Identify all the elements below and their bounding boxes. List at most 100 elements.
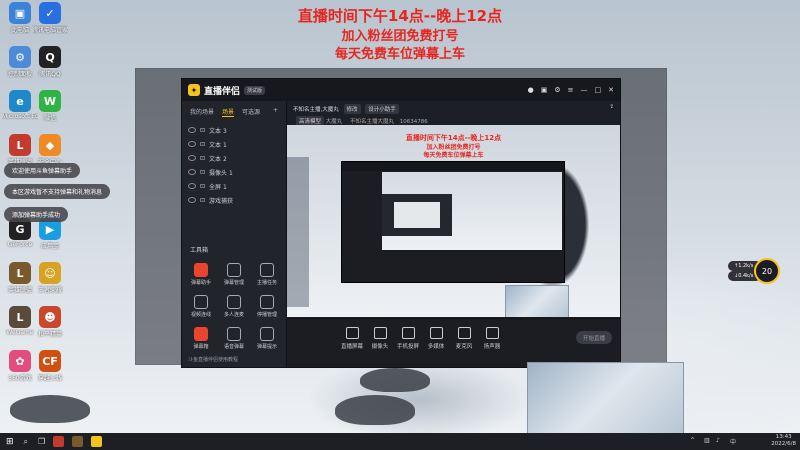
- source-item[interactable]: ⊡ 文本 2: [182, 151, 286, 165]
- tool-icon: [260, 295, 274, 309]
- eye-icon[interactable]: [188, 127, 196, 133]
- tool-button[interactable]: 视频连线: [186, 295, 216, 318]
- design-helper-button[interactable]: 设计小助手: [365, 104, 399, 114]
- source-item[interactable]: ⊡ 文本 3: [182, 123, 286, 137]
- overlay-line-1: 直播时间下午14点--晚上12点: [297, 7, 503, 25]
- desktop-icon[interactable]: ☺ 王者荣耀: [32, 262, 68, 294]
- tool-button[interactable]: 多人连麦: [219, 295, 249, 318]
- stream-preview[interactable]: 直播时间下午14点--晚上12点 加入粉丝团免费打号 每天免费车位弹幕上车: [287, 125, 620, 317]
- minimize-button[interactable]: —: [581, 86, 588, 94]
- live-companion-window[interactable]: ✦ 直播伴侣 测试版 ● ▣ ⚙ ≡ — □ ✕ 我的场景 场景 可选源 + ⊡…: [181, 78, 621, 368]
- input-method-icon[interactable]: 中: [730, 437, 736, 446]
- tool-label: 视频连线: [190, 312, 211, 318]
- tutorial-link[interactable]: 斗鱼直播伴侣使用教程: [188, 356, 238, 363]
- control-icon: [429, 327, 443, 339]
- control-icon: [345, 327, 359, 339]
- tool-button[interactable]: 主播任务: [252, 263, 282, 286]
- search-icon[interactable]: ⌕: [24, 437, 28, 447]
- tool-button[interactable]: 弹幕管理: [219, 263, 249, 286]
- tool-label: 多人连麦: [223, 312, 244, 318]
- notification-3[interactable]: 添加弹幕助手成功: [4, 207, 69, 222]
- maximize-button[interactable]: □: [595, 86, 602, 94]
- tool-label: 语音弹幕: [223, 344, 244, 350]
- desktop-icon[interactable]: ☻ 和平精英: [32, 306, 68, 338]
- tool-label: 弹幕助手: [190, 280, 211, 286]
- tool-label: 弹幕管理: [223, 280, 244, 286]
- eye-icon[interactable]: [188, 169, 196, 175]
- control-icon: [485, 327, 499, 339]
- share-icon[interactable]: ⇪: [609, 104, 614, 110]
- start-button[interactable]: ⊞: [6, 437, 14, 447]
- app-icon: ◆: [39, 134, 61, 156]
- app-icon: L: [9, 134, 31, 156]
- desktop-icon[interactable]: W 微信: [32, 90, 68, 122]
- add-source-button[interactable]: +: [273, 107, 278, 117]
- app-icon: L: [9, 262, 31, 284]
- clock[interactable]: 13:43 2022/6/8: [771, 434, 796, 448]
- tool-button[interactable]: 停播管理: [252, 295, 282, 318]
- eye-icon[interactable]: [188, 183, 196, 189]
- control-label: 扬声器: [483, 344, 501, 350]
- taskbar: ⊞ ⌕ ❐ ^ ▥ ♪ 中 13:43 2022/6/8: [0, 433, 800, 450]
- lock-icon[interactable]: ⊡: [200, 169, 205, 176]
- source-item[interactable]: ⊡ 全屏 1: [182, 179, 286, 193]
- desktop-icon[interactable]: ▶ 应用宝: [32, 218, 68, 250]
- taskbar-app-3-icon[interactable]: [91, 436, 103, 447]
- tool-button[interactable]: 弹幕助手: [186, 263, 216, 286]
- tray-chevron-icon[interactable]: ^: [690, 437, 695, 444]
- tool-button[interactable]: 弹幕箱: [186, 327, 216, 350]
- lock-icon[interactable]: ⊡: [200, 183, 205, 190]
- stream-title: 不知名主播,大魔丸: [293, 107, 339, 113]
- network-icon[interactable]: ▥: [704, 437, 710, 444]
- toolbox-title: 工具箱: [190, 247, 209, 254]
- menu-icon[interactable]: ≡: [568, 86, 574, 94]
- desktop-icon-label: 王者荣耀: [37, 287, 62, 294]
- desktop-icon-label: 腾讯QQ: [39, 71, 61, 78]
- app-icon: ☻: [39, 306, 61, 328]
- eye-icon[interactable]: [188, 197, 196, 203]
- lock-icon[interactable]: ⊡: [200, 155, 205, 162]
- tool-icon: [227, 295, 241, 309]
- source-label: 文本 1: [209, 141, 227, 149]
- close-button[interactable]: ✕: [608, 86, 614, 94]
- title-bar[interactable]: ✦ 直播伴侣 测试版 ● ▣ ⚙ ≡ — □ ✕: [182, 79, 620, 101]
- level-badge[interactable]: 20: [754, 258, 780, 284]
- taskbar-app-1-icon[interactable]: [53, 436, 65, 447]
- overlay-line-3: 每天免费车位弹幕上车: [334, 47, 465, 62]
- center-area: 不知名主播,大魔丸 修改 设计小助手 ⇪ 高清模型 大魔丸 不知名主播大魔丸 1…: [287, 101, 620, 367]
- camera-overlay-frame: [527, 362, 684, 436]
- notification-1[interactable]: 欢迎使用斗鱼弹幕助手: [4, 163, 81, 178]
- settings-icon[interactable]: ⚙: [554, 86, 560, 94]
- gift-icon[interactable]: ▣: [541, 86, 548, 94]
- tab-scenes[interactable]: 场景: [222, 107, 235, 117]
- source-item[interactable]: ⊡ 摄像头 1: [182, 165, 286, 179]
- tool-icon: [194, 327, 208, 341]
- tool-button[interactable]: 语音弹幕: [219, 327, 249, 350]
- lock-icon[interactable]: ⊡: [200, 197, 205, 204]
- source-item[interactable]: ⊡ 游戏捕获: [182, 193, 286, 207]
- preview-desktop-icons: [287, 157, 309, 307]
- task-view-icon[interactable]: ❐: [38, 437, 45, 446]
- notification-2[interactable]: 本区游戏暂不支持弹幕和礼物消息: [4, 184, 111, 199]
- tab-my-scenes[interactable]: 我的场景: [190, 107, 214, 117]
- start-live-button[interactable]: 开始直播: [576, 331, 612, 344]
- edit-title-button[interactable]: 修改: [343, 104, 361, 114]
- lock-icon[interactable]: ⊡: [200, 127, 205, 134]
- control-button[interactable]: 扬声器: [475, 327, 509, 350]
- desktop-icon[interactable]: CF 穿越火线: [32, 350, 68, 382]
- taskbar-app-2-icon[interactable]: [72, 436, 84, 447]
- clock-time: 13:43: [775, 434, 792, 440]
- app-icon: W: [39, 90, 61, 112]
- source-item[interactable]: ⊡ 文本 1: [182, 137, 286, 151]
- tool-button[interactable]: 弹幕提示: [252, 327, 282, 350]
- tool-label: 弹幕提示: [256, 344, 277, 350]
- eye-icon[interactable]: [188, 141, 196, 147]
- tab-sources[interactable]: 可选源: [242, 107, 260, 117]
- lock-icon[interactable]: ⊡: [200, 141, 205, 148]
- avatar[interactable]: ●: [528, 86, 534, 94]
- overlay-line-2: 加入粉丝团免费打号: [341, 29, 459, 44]
- turtle-right: [335, 395, 415, 425]
- volume-icon[interactable]: ♪: [716, 437, 720, 444]
- eye-icon[interactable]: [188, 155, 196, 161]
- desktop-icon[interactable]: ◆安全中心: [32, 134, 68, 166]
